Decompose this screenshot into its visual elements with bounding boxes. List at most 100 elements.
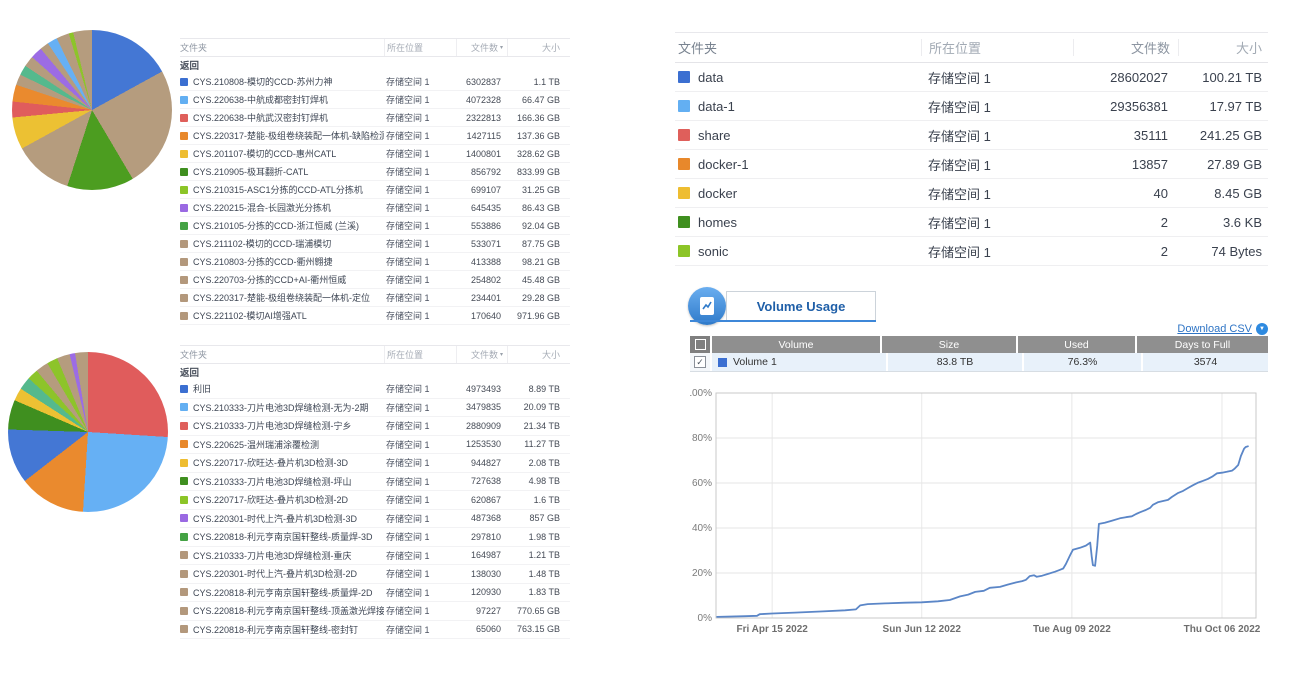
pie-chart-bottom-folders: [8, 352, 168, 512]
folder-size: 241.25 GB: [1176, 128, 1268, 143]
table-row[interactable]: CYS.210803-分拣的CCD-衢州翱捷存储空间 141338898.21 …: [180, 253, 570, 271]
folder-color-swatch: [180, 625, 188, 633]
table-row[interactable]: docker-1存储空间 11385727.89 GB: [675, 150, 1268, 179]
folder-location: 存储空间 1: [384, 273, 455, 286]
table-row[interactable]: CYS.210333-刀片电池3D焊缝检测-宁乡存储空间 1288090921.…: [180, 417, 570, 436]
table-row[interactable]: CYS.220638-中航武汉密封钉焊机存储空间 12322813166.36 …: [180, 109, 570, 127]
download-csv: Download CSV ▼: [1150, 323, 1268, 335]
column-header-location[interactable]: 所在位置: [385, 39, 457, 56]
back-link[interactable]: 返回: [180, 57, 570, 73]
folder-name-cell: CYS.210803-分拣的CCD-衢州翱捷: [180, 255, 384, 268]
folder-location: 存储空间 1: [921, 184, 1072, 203]
table-row[interactable]: CYS.210333-刀片电池3D焊缝检测-重庆存储空间 11649871.21…: [180, 547, 570, 566]
folder-name: docker: [698, 186, 737, 201]
table-row[interactable]: data存储空间 128602027100.21 TB: [675, 63, 1268, 92]
column-header-size[interactable]: 大小: [1179, 39, 1268, 56]
table-row[interactable]: sonic存储空间 1274 Bytes: [675, 237, 1268, 266]
download-csv-link[interactable]: Download CSV: [1177, 323, 1252, 335]
table-row[interactable]: CYS.220301-时代上汽-叠片机3D检测-3D存储空间 148736885…: [180, 510, 570, 529]
column-header-count[interactable]: 文件数▾: [457, 346, 508, 363]
folder-color-swatch: [180, 78, 188, 86]
column-header-location[interactable]: 所在位置: [922, 39, 1074, 56]
volume-name: Volume 1: [733, 356, 777, 368]
table-row[interactable]: CYS.220717-欣旺达-叠片机3D检测-2D存储空间 16208671.6…: [180, 491, 570, 510]
folder-file-count: 254802: [455, 275, 505, 285]
column-header-size[interactable]: 大小: [508, 39, 570, 56]
column-header-count[interactable]: 文件数▾: [457, 39, 508, 56]
column-header-used: Used: [1018, 336, 1135, 353]
folder-size: 8.89 TB: [505, 384, 570, 394]
folder-size: 166.36 GB: [505, 113, 570, 123]
folder-name: CYS.220717-欣旺达-叠片机3D检测-2D: [193, 493, 384, 506]
download-arrow-icon[interactable]: ▼: [1256, 323, 1268, 335]
folder-location: 存储空间 1: [384, 129, 455, 142]
column-header-count[interactable]: 文件数: [1074, 39, 1179, 56]
sort-desc-icon: ▾: [500, 351, 503, 358]
sort-desc-icon: ▾: [500, 44, 503, 51]
table-row[interactable]: CYS.210105-分拣的CCD-浙江恒威 (兰溪)存储空间 15538869…: [180, 217, 570, 235]
folder-name-cell: data-1: [675, 99, 921, 114]
folder-location: 存储空间 1: [384, 549, 455, 562]
folder-size: 833.99 GB: [505, 167, 570, 177]
folder-color-swatch: [180, 168, 188, 176]
table-row[interactable]: CYS.220818-利元亨南京国轩整线-质量焊-3D存储空间 12978101…: [180, 528, 570, 547]
table-row[interactable]: CYS.220818-利元亨南京国轩整线-密封钉存储空间 165060763.1…: [180, 621, 570, 640]
folder-name-cell: CYS.220625-温州瑞浦涂覆检测: [180, 438, 384, 451]
volume-row-checkbox[interactable]: ✓: [694, 356, 706, 368]
table-row[interactable]: CYS.210315-ASC1分拣的CCD-ATL分拣机存储空间 1699107…: [180, 181, 570, 199]
column-header-location[interactable]: 所在位置: [385, 346, 457, 363]
folder-name-cell: CYS.220638-中航武汉密封钉焊机: [180, 111, 384, 124]
folder-color-swatch: [180, 514, 188, 522]
table-row[interactable]: homes存储空间 123.6 KB: [675, 208, 1268, 237]
column-header-folder[interactable]: 文件夹: [675, 39, 922, 56]
table-row[interactable]: CYS.220638-中航成都密封钉焊机存储空间 1407232866.47 G…: [180, 91, 570, 109]
table-row[interactable]: docker存储空间 1408.45 GB: [675, 179, 1268, 208]
table-row[interactable]: CYS.220215-混合-长园激光分拣机存储空间 164543586.43 G…: [180, 199, 570, 217]
table-row[interactable]: data-1存储空间 12935638117.97 TB: [675, 92, 1268, 121]
folder-location: 存储空间 1: [384, 93, 455, 106]
folder-file-count: 4072328: [455, 95, 505, 105]
table-row[interactable]: CYS.220317-楚能-极组卷绕装配一体机-定位存储空间 123440129…: [180, 289, 570, 307]
table-row[interactable]: CYS.220625-温州瑞浦涂覆检测存储空间 1125353011.27 TB: [180, 436, 570, 455]
table-row[interactable]: CYS.220818-利元亨南京国轩整线-质量焊-2D存储空间 11209301…: [180, 584, 570, 603]
folder-size: 770.65 GB: [505, 606, 570, 616]
table-row[interactable]: CYS.211102-模切的CCD-瑞浦模切存储空间 153307187.75 …: [180, 235, 570, 253]
folder-file-count: 699107: [455, 185, 505, 195]
folder-file-count: 1253530: [455, 439, 505, 449]
folder-color-swatch: [678, 129, 690, 141]
table-body: data存储空间 128602027100.21 TBdata-1存储空间 12…: [675, 63, 1268, 266]
column-header-folder[interactable]: 文件夹: [180, 346, 385, 363]
folder-size: 137.36 GB: [505, 131, 570, 141]
table-row[interactable]: CYS.220301-时代上汽-叠片机3D检测-2D存储空间 11380301.…: [180, 565, 570, 584]
table-row[interactable]: CYS.210905-极耳翻折-CATL存储空间 1856792833.99 G…: [180, 163, 570, 181]
table-row[interactable]: share存储空间 135111241.25 GB: [675, 121, 1268, 150]
column-header-size[interactable]: 大小: [508, 346, 570, 363]
table-row[interactable]: CYS.220703-分拣的CCD+AI-衢州恒威存储空间 125480245.…: [180, 271, 570, 289]
table-row[interactable]: CYS.220818-利元亨南京国轩整线-顶盖激光焊接-...存储空间 1972…: [180, 602, 570, 621]
folder-size: 17.97 TB: [1176, 99, 1268, 114]
folder-name: CYS.211102-模切的CCD-瑞浦模切: [193, 237, 384, 250]
table-row[interactable]: CYS.210333-刀片电池3D焊缝检测-坪山存储空间 17276384.98…: [180, 473, 570, 492]
folder-color-swatch: [180, 570, 188, 578]
volume-row[interactable]: ✓ Volume 1 83.8 TB 76.3% 3574: [690, 353, 1268, 372]
folder-file-count: 4973493: [455, 384, 505, 394]
folder-color-swatch: [180, 588, 188, 596]
folder-name-cell: 利旧: [180, 382, 384, 395]
select-all-checkbox[interactable]: [695, 339, 706, 350]
back-link[interactable]: 返回: [180, 364, 570, 380]
folder-location: 存储空间 1: [384, 567, 455, 580]
table-row[interactable]: CYS.210333-刀片电池3D焊缝检测-无为-2期存储空间 13479835…: [180, 399, 570, 418]
column-header-folder[interactable]: 文件夹: [180, 39, 385, 56]
folder-name: CYS.220818-利元亨南京国轩整线-质量焊-3D: [193, 530, 384, 543]
table-row[interactable]: CYS.220717-欣旺达-叠片机3D检测-3D存储空间 19448272.0…: [180, 454, 570, 473]
folder-color-swatch: [180, 294, 188, 302]
table-row[interactable]: CYS.210808-模切的CCD-苏州力神存储空间 163028371.1 T…: [180, 73, 570, 91]
table-row[interactable]: 利旧存储空间 149734938.89 TB: [180, 380, 570, 399]
table-row[interactable]: CYS.220317-楚能-极组卷绕装配一体机-缺陷检测存储空间 1142711…: [180, 127, 570, 145]
table-row[interactable]: CYS.221102-模切AI增强ATL存储空间 1170640971.96 G…: [180, 307, 570, 325]
folder-name-cell: CYS.220818-利元亨南京国轩整线-质量焊-3D: [180, 530, 384, 543]
folder-size: 3.6 KB: [1176, 215, 1268, 230]
folder-location: 存储空间 1: [384, 111, 455, 124]
table-row[interactable]: CYS.201107-模切的CCD-惠州CATL存储空间 11400801328…: [180, 145, 570, 163]
folder-size: 1.1 TB: [505, 77, 570, 87]
